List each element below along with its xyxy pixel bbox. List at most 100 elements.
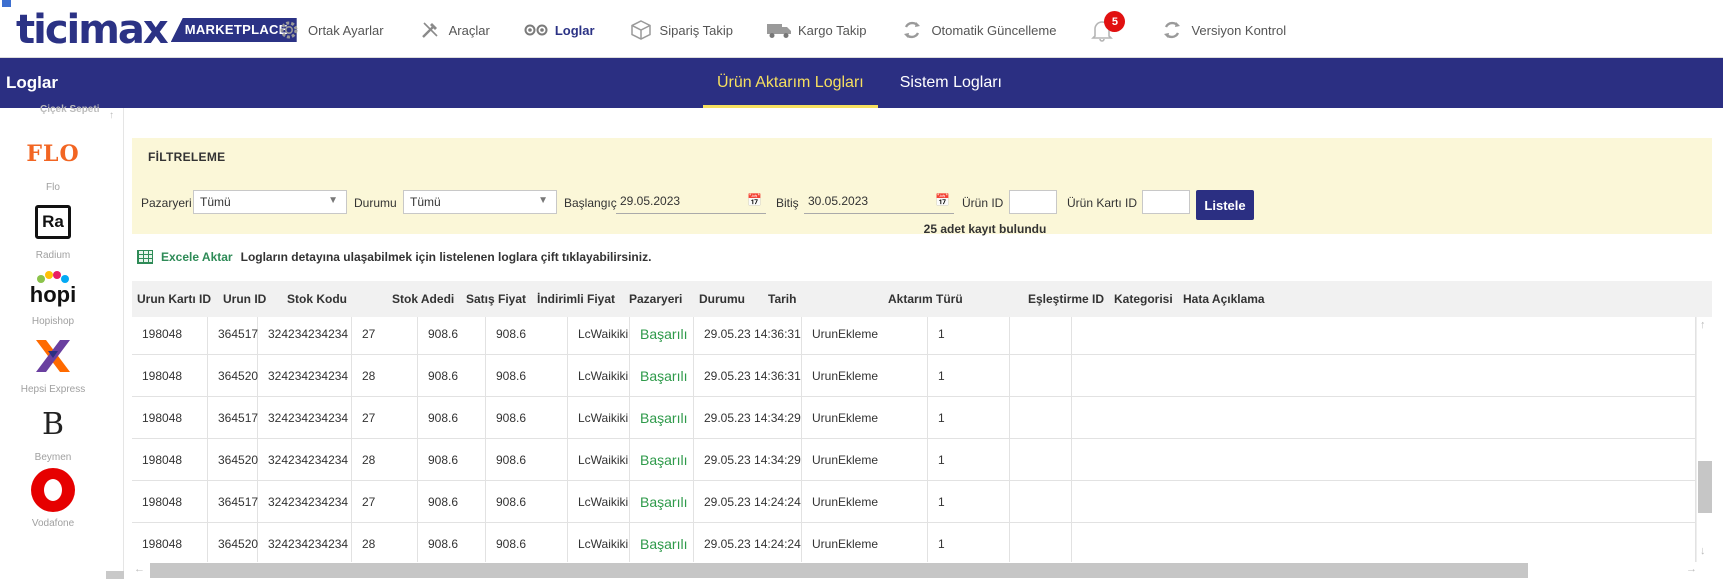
table-cell: UrunEkleme — [802, 397, 928, 439]
baslangic-date-input[interactable]: 29.05.2023 📅 — [616, 190, 766, 214]
column-header[interactable]: Hata Açıklama — [1183, 281, 1265, 317]
column-header[interactable]: Aktarım Türü — [888, 281, 963, 317]
scrollbar-thumb[interactable] — [1698, 461, 1712, 513]
column-header[interactable]: Pazaryeri — [629, 281, 682, 317]
table-row[interactable]: 198048 364520 324234234234 28 908.6 908.6 LcWa… — [132, 355, 1696, 397]
column-header[interactable]: Eşleştirme ID — [1028, 281, 1104, 317]
table-cell: 364517 — [208, 481, 258, 523]
refresh-icon — [899, 19, 925, 41]
urun-karti-id-input[interactable] — [1142, 190, 1190, 214]
table-row[interactable]: 198048 364517 324234234234 27 908.6 908.6 LcWa… — [132, 397, 1696, 439]
nav-item-loglar[interactable]: Loglar — [523, 16, 595, 44]
ticimax-logo[interactable]: ticimax MARKETPLACE — [16, 7, 297, 53]
table-cell: Başarılı — [630, 397, 694, 439]
column-header[interactable]: Kategorisi — [1114, 281, 1173, 317]
scroll-down-icon[interactable]: ↓ — [1700, 545, 1706, 557]
table-cell: 908.6 — [418, 439, 486, 481]
table-cell: UrunEkleme — [802, 317, 928, 355]
column-header[interactable]: Stok Kodu — [287, 281, 347, 317]
vodafone-logo — [25, 462, 81, 518]
column-header[interactable]: Urun ID — [223, 281, 266, 317]
column-header[interactable]: İndirimli Fiyat — [537, 281, 615, 317]
table-row[interactable]: 198048 364517 324234234234 27 908.6 908.6 LcWa… — [132, 317, 1696, 355]
listele-button[interactable]: Listele — [1196, 190, 1254, 220]
durumu-label: Durumu — [354, 196, 397, 210]
column-header[interactable]: Satış Fiyat — [466, 281, 526, 317]
notification-count-badge: 5 — [1104, 11, 1126, 32]
excel-export-link[interactable]: Excele Aktar — [161, 250, 233, 264]
nav-item-otomatik-guncelleme[interactable]: Otomatik Güncelleme — [899, 16, 1056, 44]
table-cell: LcWaikiki — [568, 317, 630, 355]
column-header[interactable]: Stok Adedi — [392, 281, 454, 317]
sidebar-item-beymen[interactable]: B Beymen — [0, 396, 106, 471]
sidebar-scroll-up-icon[interactable]: ↑ — [109, 110, 114, 121]
nav-item-araclar[interactable]: Araçlar — [417, 16, 490, 44]
sidebar-item-label: Flo — [46, 182, 60, 193]
bitis-date-input[interactable]: 30.05.2023 📅 — [804, 190, 954, 214]
truck-icon — [766, 19, 792, 41]
table-cell: 908.6 — [418, 481, 486, 523]
table-cell: 198048 — [132, 355, 208, 397]
nav-item-versiyon-kontrol[interactable]: Versiyon Kontrol — [1159, 16, 1286, 44]
nav-item-kargo-takip[interactable]: Kargo Takip — [766, 16, 866, 44]
table-cell — [1072, 481, 1696, 523]
table-cell — [1010, 397, 1072, 439]
column-header[interactable]: Tarih — [768, 281, 796, 317]
logo-word: ticimax — [16, 7, 169, 53]
table-row[interactable]: 198048 364520 324234234234 28 908.6 908.6 LcWa… — [132, 523, 1696, 562]
log-table-body: 198048 364517 324234234234 27 908.6 908.6 LcWa… — [132, 317, 1696, 562]
table-row[interactable]: 198048 364520 324234234234 28 908.6 908.6 LcWa… — [132, 439, 1696, 481]
page-title: Loglar — [6, 73, 58, 92]
scroll-left-icon[interactable]: ← — [134, 563, 145, 575]
sidebar-item-label: Vodafone — [31, 518, 75, 529]
table-row[interactable]: 198048 364517 324234234234 27 908.6 908.6 LcWa… — [132, 481, 1696, 523]
table-cell: 198048 — [132, 523, 208, 562]
box-icon — [628, 19, 654, 41]
scroll-up-icon[interactable]: ↑ — [1700, 319, 1706, 331]
tab-sistem-loglari[interactable]: Sistem Logları — [886, 58, 1016, 108]
table-header: Urun Kartı ID Urun ID Stok Kodu Stok Ade… — [132, 281, 1712, 317]
table-cell: 29.05.23 14:24:24 — [694, 523, 802, 562]
calendar-icon[interactable]: 📅 — [935, 193, 950, 207]
table-cell: 324234234234 — [258, 355, 352, 397]
column-header[interactable]: Durumu — [699, 281, 745, 317]
refresh-icon — [1159, 19, 1185, 41]
nav-item-siparis-takip[interactable]: Sipariş Takip — [628, 16, 733, 44]
marketplace-sidebar: Çiçek Sepeti ↑ FLO Flo Ra Radium hopi Ho… — [0, 104, 124, 579]
sidebar-item-vodafone[interactable]: Vodafone — [0, 462, 106, 537]
table-cell: 198048 — [132, 317, 208, 355]
sidebar-item-radium[interactable]: Ra Radium — [0, 194, 106, 269]
scrollbar-thumb[interactable] — [150, 563, 1528, 578]
calendar-icon[interactable]: 📅 — [747, 193, 762, 207]
notifications-button[interactable]: 5 — [1089, 11, 1126, 42]
scroll-right-icon[interactable]: → — [1686, 563, 1697, 575]
table-vertical-scrollbar[interactable]: ↑ ↓ — [1696, 317, 1712, 562]
sidebar-item-hopishop[interactable]: hopi Hopishop — [0, 260, 106, 335]
table-cell: 364520 — [208, 355, 258, 397]
sidebar-scrollbar-thumb[interactable] — [106, 571, 124, 579]
nav-item-label: Kargo Takip — [798, 22, 867, 38]
table-cell: 324234234234 — [258, 397, 352, 439]
sidebar-item-flo[interactable]: FLO Flo — [0, 126, 106, 201]
table-cell — [1072, 317, 1696, 355]
durumu-select[interactable]: Tümü ▼ — [403, 190, 557, 214]
table-cell — [1072, 523, 1696, 562]
table-cell: 28 — [352, 439, 418, 481]
table-cell — [1010, 355, 1072, 397]
table-cell: LcWaikiki — [568, 355, 630, 397]
table-cell: UrunEkleme — [802, 481, 928, 523]
nav-item-ortak-ayarlar[interactable]: Ortak Ayarlar — [276, 16, 384, 44]
excel-icon[interactable] — [137, 250, 153, 264]
column-header[interactable]: Urun Kartı ID — [137, 281, 211, 317]
table-cell: Başarılı — [630, 439, 694, 481]
urun-id-input[interactable] — [1009, 190, 1057, 214]
pazaryeri-select[interactable]: Tümü ▼ — [193, 190, 347, 214]
log-tabs: Ürün Aktarım Logları Sistem Logları — [703, 58, 1024, 108]
sidebar-item-label: Hepsi Express — [20, 384, 86, 395]
sidebar-item-hepsi-express[interactable]: X Hepsi Express — [0, 328, 106, 403]
table-horizontal-scrollbar[interactable]: ← → — [132, 562, 1712, 579]
table-cell: 908.6 — [486, 523, 568, 562]
table-cell: 364517 — [208, 397, 258, 439]
tab-urun-aktarim-loglari[interactable]: Ürün Aktarım Logları — [703, 58, 878, 108]
nav-item-label: Otomatik Güncelleme — [931, 22, 1057, 38]
